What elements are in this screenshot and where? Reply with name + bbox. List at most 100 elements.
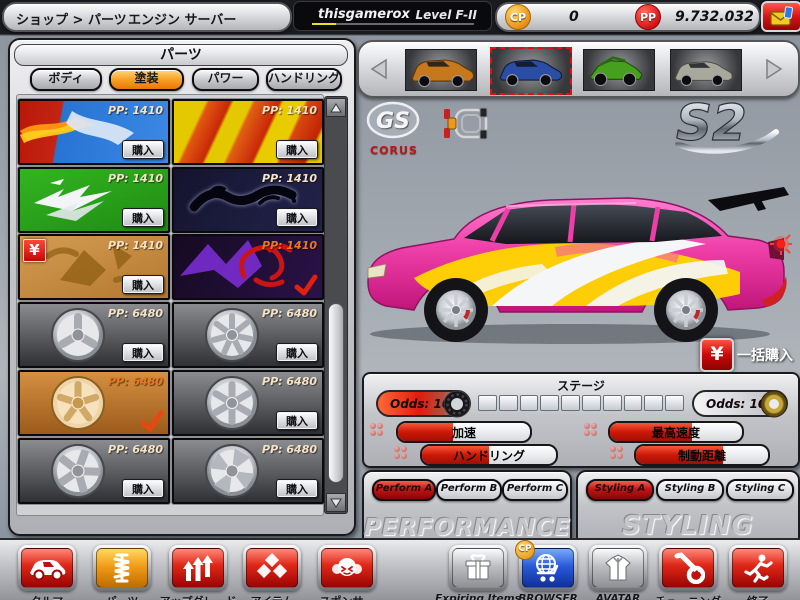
server-label: エンジン サーバー [128, 9, 236, 28]
buy-button[interactable]: 購入 [276, 479, 318, 498]
buy-button[interactable]: 購入 [276, 411, 318, 430]
triangle-up-icon [330, 103, 342, 113]
toolbar-items-button[interactable] [243, 545, 301, 591]
tab-body[interactable]: ボディ [30, 68, 102, 91]
car-thumbnail-art [406, 50, 476, 90]
item-price: PP: 1410 [108, 172, 163, 185]
toolbar-label: 終了 [713, 593, 800, 600]
item-price: PP: 6480 [262, 307, 317, 320]
item-wheel-5-spoke-selected[interactable]: PP: 6480 [18, 370, 170, 436]
buy-button[interactable]: 購入 [122, 208, 164, 227]
scroll-up-button[interactable] [326, 98, 346, 117]
item-wheel-3-spoke[interactable]: PP: 6480 購入 [18, 302, 170, 368]
odds-left: Odds: 100 [376, 390, 471, 417]
car-thumb-blue-sedan-selected[interactable] [490, 47, 572, 95]
headlight [368, 264, 386, 278]
styling-panel: Styling A Styling B Styling C STYLING [576, 470, 800, 548]
car-thumbnail-art [584, 50, 646, 90]
gs-oval-logo-icon: GS [366, 100, 422, 142]
car-thumb-green-buggy[interactable] [583, 49, 655, 91]
s2-class-badge: S2 [664, 94, 784, 158]
pp-coin-icon: PP [635, 4, 661, 30]
rear-wheel [654, 278, 718, 342]
styling-a-button[interactable]: Styling A [586, 479, 654, 501]
toolbar-sponsor-button[interactable] [318, 545, 376, 591]
perform-c-button[interactable]: Perform C [502, 479, 568, 501]
buy-button[interactable]: 購入 [276, 208, 318, 227]
item-paint-navy-tribal[interactable]: PP: 1410 購入 [172, 167, 324, 233]
tab-power[interactable]: パワー [192, 68, 259, 91]
perform-b-button[interactable]: Perform B [436, 479, 502, 501]
item-price: PP: 1410 [262, 104, 317, 117]
stat-acceleration[interactable]: 加速 [396, 421, 532, 443]
vehicle-render[interactable] [356, 180, 792, 350]
scroll-down-button[interactable] [326, 493, 346, 512]
top-nav-bar: ショップ > パーツ エンジン サーバー [2, 2, 292, 32]
buy-button[interactable]: 購入 [122, 343, 164, 362]
carousel-left-arrow[interactable] [368, 58, 390, 80]
perform-a-button[interactable]: Perform A [372, 479, 436, 501]
bottom-toolbar: CP クルマ パーツ [0, 538, 800, 600]
styling-c-button[interactable]: Styling C [726, 479, 794, 501]
drivetrain-icon [438, 106, 492, 142]
toolbar-parts-button[interactable] [93, 545, 151, 591]
game-shop-screen: ショップ > パーツ エンジン サーバー thisgamerox Level F… [0, 0, 800, 600]
car-icon [27, 554, 67, 582]
item-price: PP: 6480 [108, 443, 163, 456]
cart-globe-icon [530, 552, 566, 584]
toolbar-expiring-items-button[interactable] [449, 545, 507, 591]
item-wheel-5-spoke-b[interactable]: PP: 6480 購入 [18, 438, 170, 504]
styling-b-button[interactable]: Styling B [656, 479, 724, 501]
stat-handling[interactable]: ハンドリング [420, 444, 558, 466]
toolbar-label: スポンサー [302, 593, 392, 600]
item-wheel-6-spoke[interactable]: PP: 6480 購入 [172, 370, 324, 436]
buy-button[interactable]: 購入 [122, 479, 164, 498]
toolbar-exit-button[interactable] [729, 545, 787, 591]
cp-coin-icon: CP [505, 4, 531, 30]
cp-value: 0 [569, 9, 579, 25]
parts-panel: パーツ ボディ 塗装 パワー ハンドリング PP: 1410 購入 PP: 14… [8, 38, 356, 536]
scrollbar-thumb[interactable] [328, 303, 344, 483]
styling-watermark: STYLING [578, 511, 798, 541]
yen-badge: ¥ [23, 239, 46, 262]
parts-panel-title: パーツ [14, 44, 348, 66]
car-thumb-silver-sedan[interactable] [670, 49, 742, 91]
tab-handling[interactable]: ハンドリング [266, 68, 342, 91]
item-paint-gold-tribal[interactable]: ¥ PP: 1410 購入 [18, 234, 170, 300]
item-paint-yellow-stripes[interactable]: PP: 1410 購入 [172, 99, 324, 165]
bulk-buy-yen-button[interactable]: ¥ [700, 338, 734, 372]
owned-checkmark-icon [294, 274, 318, 296]
item-wheel-7-spoke[interactable]: PP: 6480 購入 [172, 302, 324, 368]
item-paint-flame-blue[interactable]: PP: 1410 購入 [18, 99, 170, 165]
buy-button[interactable]: 購入 [122, 140, 164, 159]
toolbar-upgrade-button[interactable] [169, 545, 227, 591]
item-price: PP: 6480 [108, 307, 163, 320]
buy-button[interactable]: 購入 [276, 343, 318, 362]
stat-braking[interactable]: 制動距離 [634, 444, 770, 466]
car-thumb-orange-truck[interactable] [405, 49, 477, 91]
item-paint-purple-dragon[interactable]: PP: 1410 [172, 234, 324, 300]
tire-icon [443, 390, 471, 418]
buy-button[interactable]: 購入 [276, 140, 318, 159]
xp-bar-fill [312, 23, 336, 25]
front-wheel [424, 278, 488, 342]
tab-paint[interactable]: 塗装 [109, 68, 184, 91]
toolbar-tuning-button[interactable] [659, 545, 717, 591]
item-price: PP: 1410 [108, 239, 163, 252]
item-price: PP: 6480 [108, 375, 163, 388]
buy-button[interactable]: 購入 [122, 275, 164, 294]
carousel-right-arrow[interactable] [763, 58, 785, 80]
toolbar-avatar-button[interactable] [589, 545, 647, 591]
item-diamonds-icon [255, 553, 289, 583]
class-badge-text: S2 [676, 94, 747, 152]
item-paint-green-claws[interactable]: PP: 1410 購入 [18, 167, 170, 233]
item-wheel-4-spoke[interactable]: PP: 6480 購入 [172, 438, 324, 504]
items-scrollbar[interactable] [324, 96, 348, 514]
toolbar-car-button[interactable] [18, 545, 76, 591]
stat-top-speed[interactable]: 最高速度 [608, 421, 744, 443]
breadcrumb[interactable]: ショップ > パーツ [16, 9, 127, 28]
exit-runner-icon [742, 552, 774, 584]
mail-button[interactable] [761, 1, 800, 32]
toolbar-browser-button[interactable]: CP [519, 545, 577, 591]
bulk-buy-label: 一括購入 [737, 345, 793, 365]
